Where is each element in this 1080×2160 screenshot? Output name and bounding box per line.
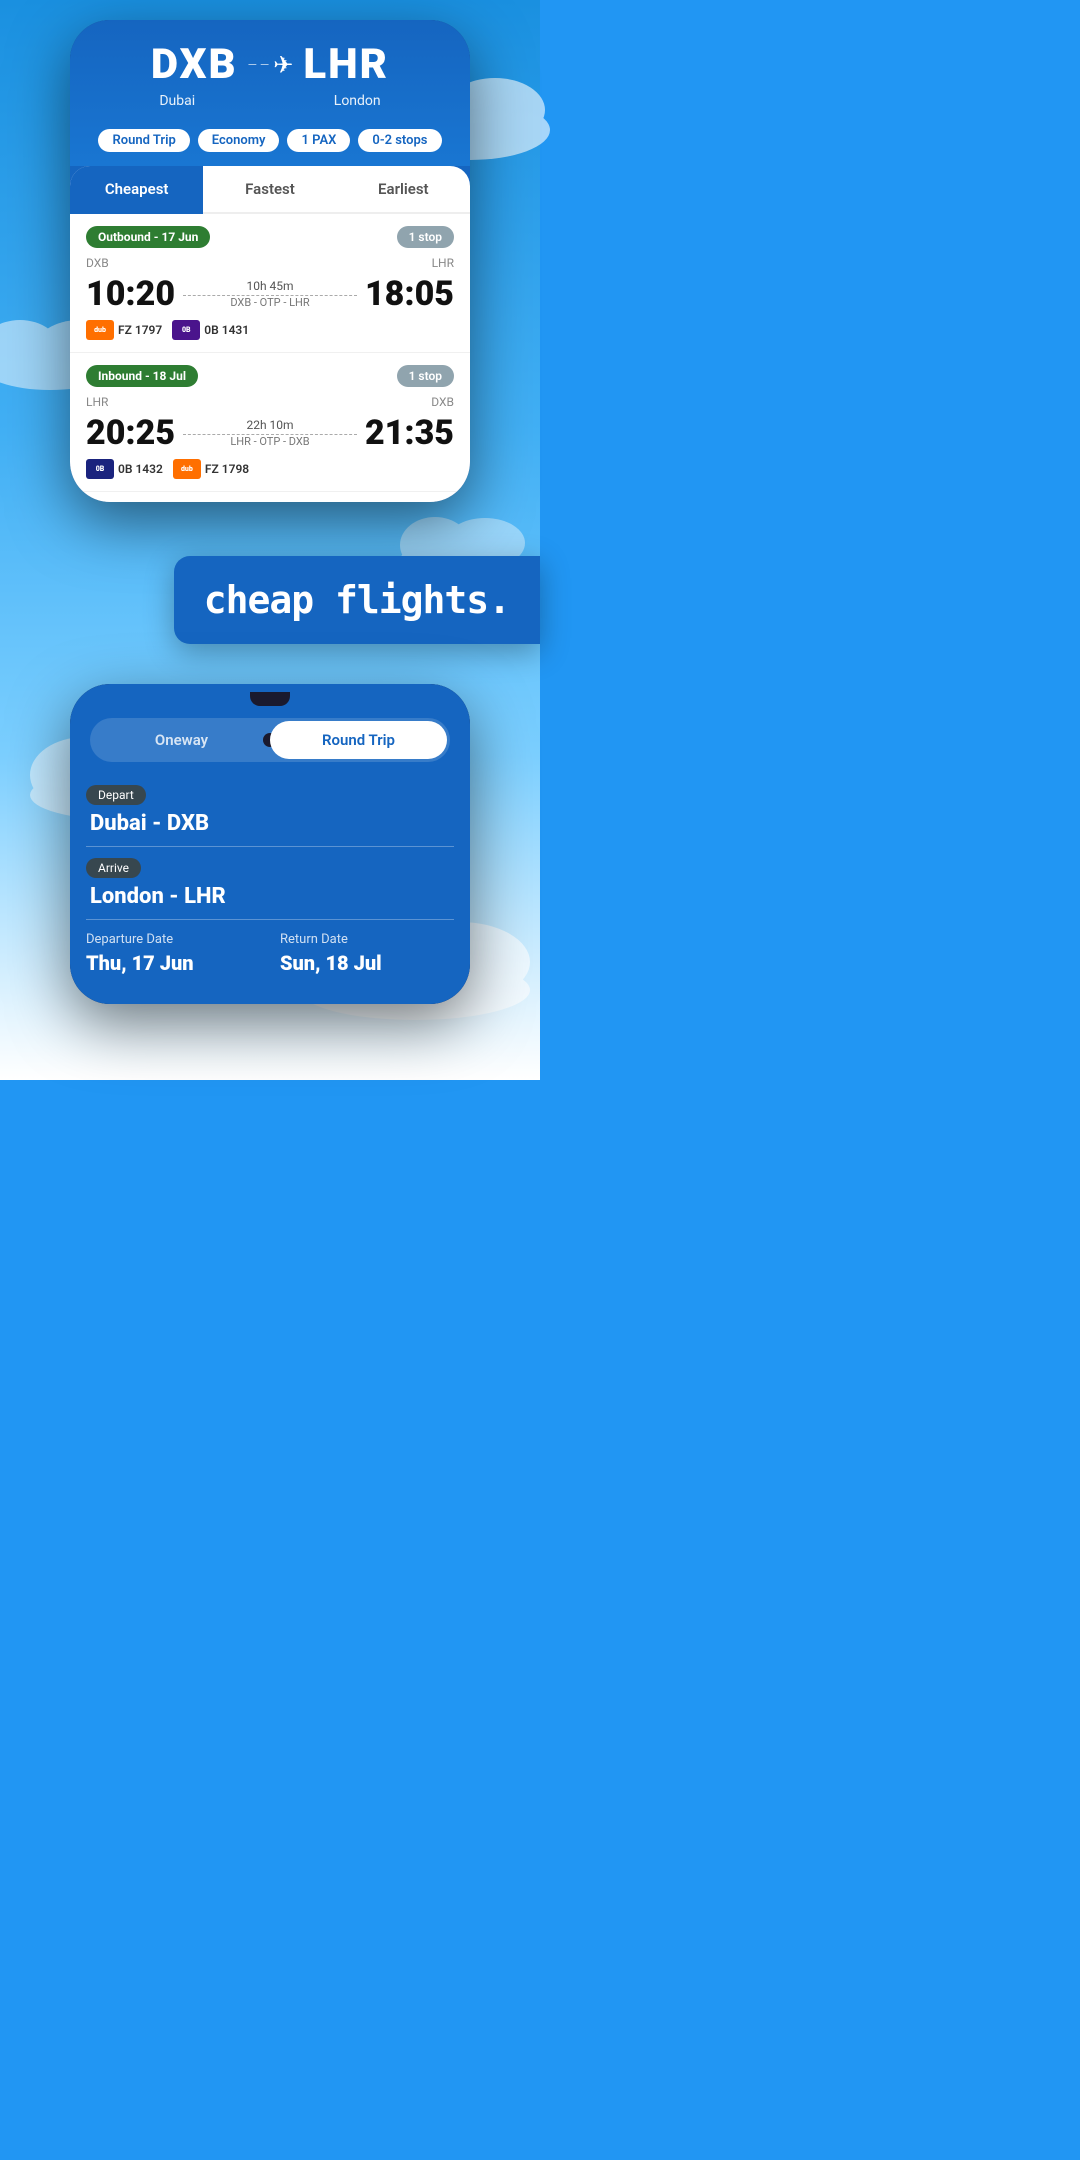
notch	[250, 692, 290, 706]
phone1-header: DXB — — ✈ LHR Dubai London Round Trip Ec…	[70, 20, 470, 166]
departure-date-value: Thu, 17 Jun	[86, 951, 260, 975]
inbound-flight-card: Inbound - 18 Jul 1 stop LHR DXB 20:25 22…	[70, 353, 470, 492]
airport-row: DXB — — ✈ LHR	[90, 40, 450, 89]
phone2: Oneway Round Trip Depart Dubai - DXB Arr…	[70, 684, 470, 1004]
outbound-route: DXB - OTP - LHR	[183, 296, 357, 309]
outbound-airline2: 0B 0B 1431	[172, 320, 249, 340]
notch-area	[70, 684, 470, 706]
inbound-flight1: 0B 1432	[118, 462, 163, 476]
inbound-flight2: FZ 1798	[205, 462, 249, 476]
trip-roundtrip[interactable]: Round Trip	[270, 721, 447, 759]
inbound-badge: Inbound - 18 Jul	[86, 365, 198, 387]
inbound-duration: 22h 10m	[183, 418, 357, 432]
outbound-badge: Outbound - 17 Jun	[86, 226, 210, 248]
inbound-airline2: dub FZ 1798	[173, 459, 249, 479]
arrive-field[interactable]: Arrive London - LHR	[86, 847, 454, 920]
outbound-flight2: 0B 1431	[204, 323, 249, 337]
cheap-flights-banner: cheap flights.	[174, 556, 540, 644]
inbound-from: LHR	[86, 395, 108, 409]
return-date-value: Sun, 18 Jul	[280, 951, 454, 975]
inbound-time-row: 20:25 22h 10m LHR - OTP - DXB 21:35	[86, 413, 454, 453]
inbound-route: LHR - OTP - DXB	[183, 435, 357, 448]
inbound-duration-block: 22h 10m LHR - OTP - DXB	[175, 418, 365, 448]
outbound-airlines: dub FZ 1797 0B 0B 1431	[86, 320, 454, 340]
inbound-airline1: 0B 0B 1432	[86, 459, 163, 479]
outbound-time-row: 10:20 10h 45m DXB - OTP - LHR 18:05	[86, 274, 454, 314]
return-date-block[interactable]: Return Date Sun, 18 Jul	[280, 932, 454, 975]
origin-city: Dubai	[159, 93, 195, 109]
airport-names: Dubai London	[90, 93, 450, 109]
departure-date-block[interactable]: Departure Date Thu, 17 Jun	[86, 932, 260, 975]
outbound-airline2-logo: 0B	[172, 320, 200, 340]
trip-type-pill[interactable]: Round Trip	[98, 129, 189, 152]
trip-toggle[interactable]: Oneway Round Trip	[90, 718, 450, 762]
outbound-duration: 10h 45m	[183, 279, 357, 293]
arrive-value: London - LHR	[86, 884, 454, 909]
outbound-stop-badge: 1 stop	[397, 226, 454, 248]
tab-fastest[interactable]: Fastest	[203, 166, 336, 214]
inbound-stop-badge: 1 stop	[397, 365, 454, 387]
arrive-label: Arrive	[86, 858, 141, 878]
inbound-depart-time: 20:25	[86, 413, 175, 453]
outbound-airports: DXB LHR	[86, 256, 454, 270]
cabin-pill[interactable]: Economy	[198, 129, 280, 152]
stops-pill[interactable]: 0-2 stops	[358, 129, 441, 152]
phone1-content: Cheapest Fastest Earliest Outbound - 17 …	[70, 166, 470, 502]
return-date-label: Return Date	[280, 932, 454, 947]
pax-pill[interactable]: 1 PAX	[287, 129, 350, 152]
cheap-flights-text: cheap flights.	[204, 578, 510, 622]
outbound-from: DXB	[86, 256, 109, 270]
inbound-airline2-logo: dub	[173, 459, 201, 479]
filter-pills: Round Trip Economy 1 PAX 0-2 stops	[90, 121, 450, 166]
trip-oneway[interactable]: Oneway	[93, 721, 270, 759]
outbound-flight-card: Outbound - 17 Jun 1 stop DXB LHR 10:20 1…	[70, 214, 470, 353]
inbound-to: DXB	[431, 395, 454, 409]
outbound-arrive-time: 18:05	[365, 274, 454, 314]
inbound-arrive-time: 21:35	[365, 413, 454, 453]
inbound-airlines: 0B 0B 1432 dub FZ 1798	[86, 459, 454, 479]
tabs-row: Cheapest Fastest Earliest	[70, 166, 470, 214]
outbound-to: LHR	[432, 256, 454, 270]
tab-cheapest[interactable]: Cheapest	[70, 166, 203, 214]
depart-field[interactable]: Depart Dubai - DXB	[86, 774, 454, 847]
inbound-airports: LHR DXB	[86, 395, 454, 409]
outbound-depart-time: 10:20	[86, 274, 175, 314]
depart-label: Depart	[86, 785, 146, 805]
outbound-duration-block: 10h 45m DXB - OTP - LHR	[175, 279, 365, 309]
date-row: Departure Date Thu, 17 Jun Return Date S…	[86, 932, 454, 975]
departure-date-label: Departure Date	[86, 932, 260, 947]
inbound-header: Inbound - 18 Jul 1 stop	[86, 365, 454, 387]
inbound-airline1-logo: 0B	[86, 459, 114, 479]
plane-icon: — — ✈	[248, 51, 294, 79]
depart-value: Dubai - DXB	[86, 811, 454, 836]
phone1: DXB — — ✈ LHR Dubai London Round Trip Ec…	[70, 20, 470, 502]
outbound-header: Outbound - 17 Jun 1 stop	[86, 226, 454, 248]
outbound-flight1: FZ 1797	[118, 323, 162, 337]
tab-earliest[interactable]: Earliest	[337, 166, 470, 214]
destination-code: LHR	[303, 40, 389, 89]
outbound-airline1: dub FZ 1797	[86, 320, 162, 340]
outbound-airline1-logo: dub	[86, 320, 114, 340]
destination-city: London	[334, 93, 381, 109]
origin-code: DXB	[151, 40, 238, 89]
